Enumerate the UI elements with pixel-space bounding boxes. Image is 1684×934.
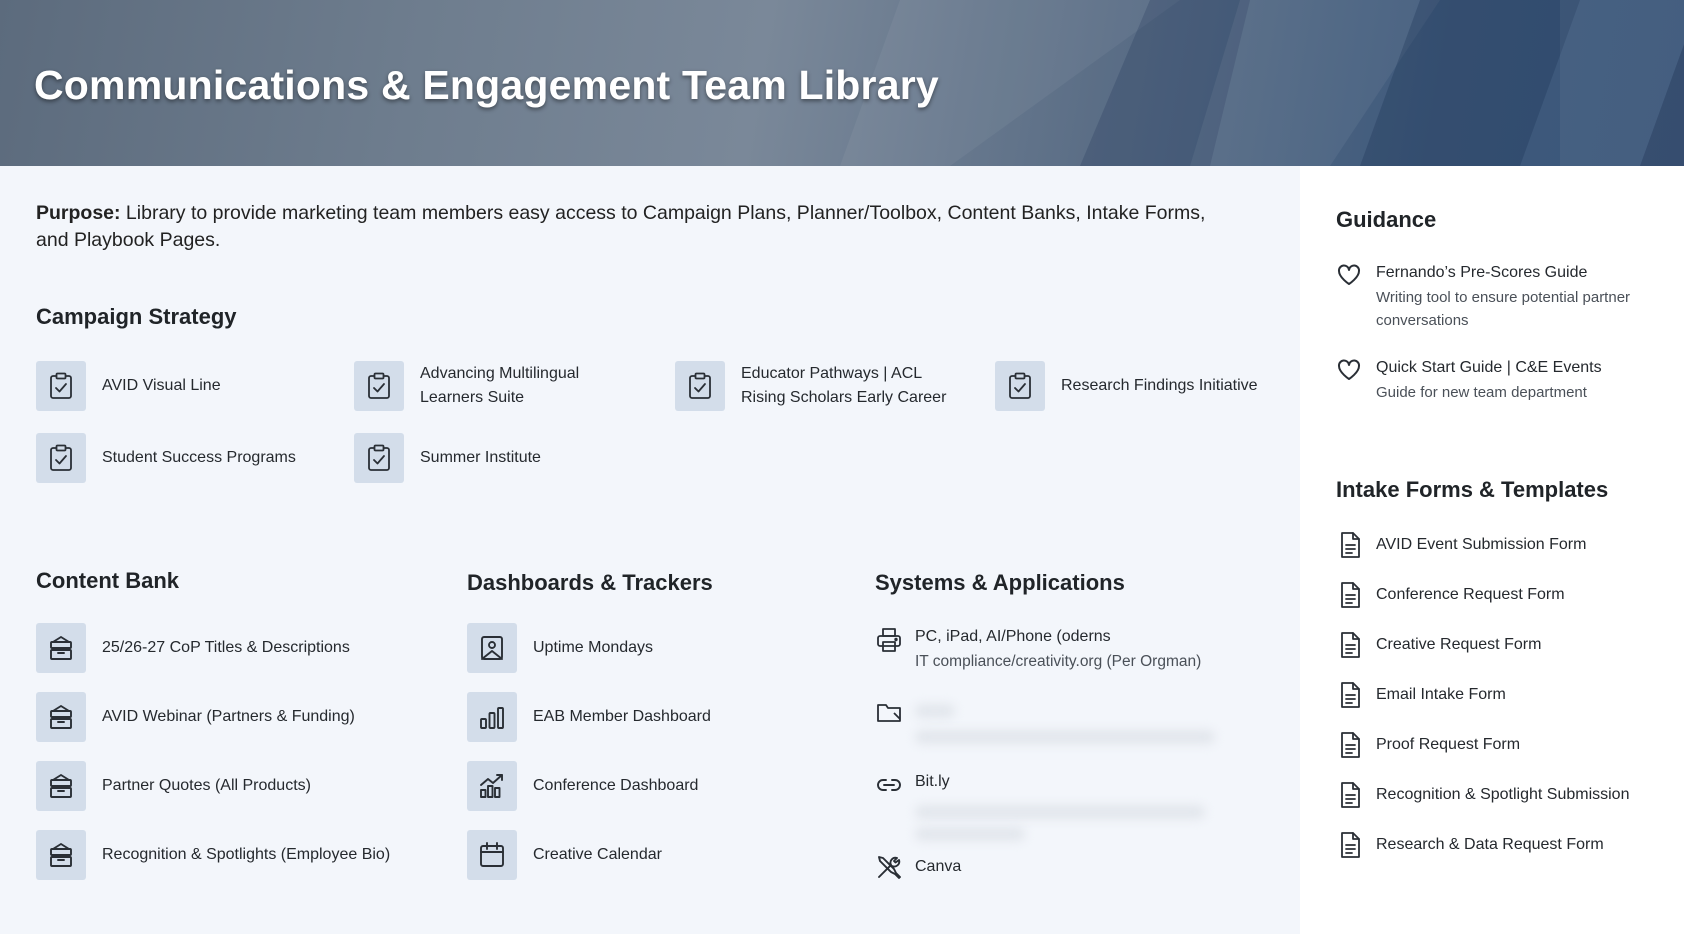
campaign-strategy-heading: Campaign Strategy	[36, 304, 237, 329]
dashboard-item-label: EAB Member Dashboard	[533, 708, 711, 725]
bar-chart-icon	[467, 692, 517, 742]
folder-icon	[875, 698, 903, 726]
content-bank-item[interactable]: Partner Quotes (All Products)	[36, 761, 416, 811]
main-content: Purpose: Library to provide marketing te…	[0, 166, 1300, 934]
system-item[interactable]	[875, 698, 1295, 744]
system-item-title: Canva	[915, 858, 962, 875]
system-item-redacted	[915, 827, 1025, 841]
clipboard-check-icon	[675, 361, 725, 411]
dashboard-item[interactable]: Conference Dashboard	[467, 761, 807, 811]
intake-form-label: Proof Request Form	[1376, 736, 1521, 753]
clipboard-check-icon	[354, 433, 404, 483]
page-title: Communications & Engagement Team Library	[34, 62, 939, 108]
archive-icon	[36, 692, 86, 742]
system-item-subtitle: IT compliance/creativity.org (Per Orgman…	[915, 653, 1202, 670]
intake-form-item[interactable]: Creative Request Form	[1336, 631, 1541, 659]
dashboard-item[interactable]: Creative Calendar	[467, 830, 807, 880]
dashboard-item-label: Uptime Mondays	[533, 639, 654, 656]
content-bank-item[interactable]: 25/26-27 CoP Titles & Descriptions	[36, 623, 416, 673]
system-item[interactable]: Bit.ly	[875, 771, 1295, 841]
archive-icon	[36, 761, 86, 811]
intake-form-item[interactable]: Research & Data Request Form	[1336, 831, 1604, 859]
campaign-item[interactable]: Summer Institute	[354, 433, 634, 483]
guidance-item-subtitle: Writing tool to ensure potential partner…	[1376, 289, 1631, 329]
document-icon	[1336, 831, 1364, 859]
clipboard-check-icon	[36, 433, 86, 483]
guidance-item-title: Fernando’s Pre-Scores Guide	[1376, 264, 1588, 281]
campaign-item-label: Educator Pathways | ACL Rising Scholars …	[741, 365, 947, 406]
clipboard-check-icon	[995, 361, 1045, 411]
campaign-item-label: Advancing Multilingual Learners Suite	[420, 365, 580, 406]
dashboard-item-label: Creative Calendar	[533, 846, 662, 863]
campaign-item[interactable]: Research Findings Initiative	[995, 361, 1295, 411]
guidance-item-subtitle: Guide for new team department	[1376, 384, 1587, 401]
content-bank-item[interactable]: AVID Webinar (Partners & Funding)	[36, 692, 416, 742]
guidance-item[interactable]: Quick Start Guide | C&E Events Guide for…	[1336, 357, 1646, 404]
intake-forms-heading: Intake Forms & Templates	[1336, 477, 1609, 502]
content-bank-item[interactable]: Recognition & Spotlights (Employee Bio)	[36, 830, 436, 880]
document-icon	[1336, 581, 1364, 609]
archive-icon	[36, 623, 86, 673]
intake-form-item[interactable]: AVID Event Submission Form	[1336, 531, 1586, 559]
sidebar: Guidance Fernando’s Pre-Scores Guide Wri…	[1300, 166, 1684, 934]
content-bank-item-label: 25/26-27 CoP Titles & Descriptions	[102, 639, 350, 656]
archive-icon	[36, 830, 86, 880]
heart-icon	[1336, 262, 1364, 290]
intake-form-item[interactable]: Recognition & Spotlight Submission	[1336, 781, 1629, 809]
clipboard-check-icon	[354, 361, 404, 411]
calendar-icon	[467, 830, 517, 880]
guidance-item[interactable]: Fernando’s Pre-Scores Guide Writing tool…	[1336, 262, 1646, 332]
content-bank-heading: Content Bank	[36, 568, 179, 593]
document-icon	[1336, 631, 1364, 659]
system-item[interactable]: Canva	[875, 853, 1295, 881]
content-bank-item-label: AVID Webinar (Partners & Funding)	[102, 708, 355, 725]
guidance-item-title: Quick Start Guide | C&E Events	[1376, 359, 1602, 376]
campaign-item[interactable]: Advancing Multilingual Learners Suite	[354, 361, 644, 411]
document-icon	[1336, 681, 1364, 709]
campaign-item[interactable]: AVID Visual Line	[36, 361, 316, 411]
intake-form-label: Recognition & Spotlight Submission	[1376, 786, 1630, 803]
guidance-heading: Guidance	[1336, 207, 1437, 232]
campaign-item-label: Summer Institute	[420, 449, 541, 466]
heart-icon	[1336, 357, 1364, 385]
intake-form-item[interactable]: Conference Request Form	[1336, 581, 1565, 609]
dashboard-item[interactable]: Uptime Mondays	[467, 623, 807, 673]
printer-icon	[875, 626, 903, 654]
purpose-text: Library to provide marketing team member…	[36, 202, 1206, 251]
intake-form-item[interactable]: Email Intake Form	[1336, 681, 1506, 709]
intake-form-label: AVID Event Submission Form	[1376, 536, 1587, 553]
link-icon	[875, 771, 903, 799]
system-item-redacted	[915, 805, 1205, 819]
purpose-label: Purpose:	[36, 202, 121, 224]
tools-icon	[875, 853, 903, 881]
intake-form-item[interactable]: Proof Request Form	[1336, 731, 1520, 759]
document-icon	[1336, 531, 1364, 559]
intake-form-label: Email Intake Form	[1376, 686, 1506, 703]
dashboards-heading: Dashboards & Trackers	[467, 570, 713, 595]
intake-form-label: Research & Data Request Form	[1376, 836, 1604, 853]
campaign-item-label: Research Findings Initiative	[1061, 377, 1258, 394]
dashboard-item[interactable]: EAB Member Dashboard	[467, 692, 807, 742]
systems-heading: Systems & Applications	[875, 570, 1125, 595]
trend-chart-icon	[467, 761, 517, 811]
purpose-statement: Purpose: Library to provide marketing te…	[36, 200, 1216, 254]
intake-form-label: Conference Request Form	[1376, 586, 1565, 603]
system-item[interactable]: PC, iPad, AI/Phone (oderns IT compliance…	[875, 626, 1295, 674]
image-frame-icon	[467, 623, 517, 673]
content-bank-item-label: Partner Quotes (All Products)	[102, 777, 311, 794]
campaign-item-label: AVID Visual Line	[102, 377, 221, 394]
clipboard-check-icon	[36, 361, 86, 411]
system-item-title: PC, iPad, AI/Phone (oderns	[915, 628, 1111, 645]
dashboard-item-label: Conference Dashboard	[533, 777, 699, 794]
campaign-item[interactable]: Student Success Programs	[36, 433, 316, 483]
campaign-item-label: Student Success Programs	[102, 449, 296, 466]
document-icon	[1336, 781, 1364, 809]
system-item-title: Bit.ly	[915, 773, 950, 790]
system-item-redacted	[915, 698, 1235, 744]
header-banner: Communications & Engagement Team Library	[0, 0, 1684, 166]
content-bank-item-label: Recognition & Spotlights (Employee Bio)	[102, 846, 391, 863]
intake-form-label: Creative Request Form	[1376, 636, 1542, 653]
document-icon	[1336, 731, 1364, 759]
campaign-item[interactable]: Educator Pathways | ACL Rising Scholars …	[675, 361, 975, 411]
